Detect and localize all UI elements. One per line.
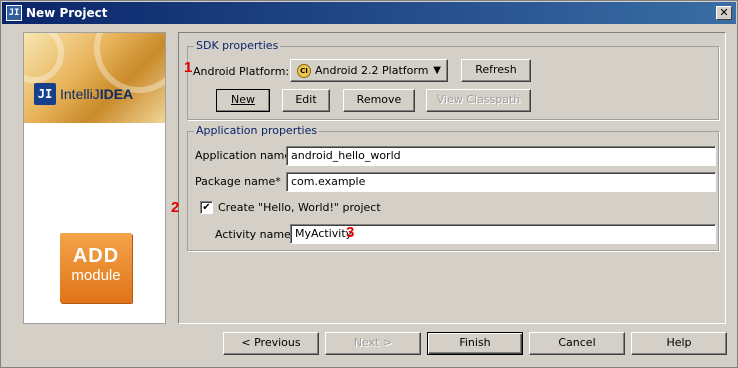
dropdown-arrow-icon: ▼ — [433, 65, 441, 76]
banner-image — [24, 33, 165, 123]
application-name-field[interactable]: android_hello_world — [286, 146, 716, 166]
intellij-app-icon: JI — [6, 5, 22, 21]
previous-button[interactable]: < Previous — [223, 332, 319, 355]
package-name-field[interactable]: com.example — [286, 172, 716, 192]
application-properties-group: Application properties Application name … — [187, 124, 719, 251]
annotation-marker-2: 2 — [171, 199, 180, 216]
close-button[interactable]: ✕ — [716, 6, 732, 20]
wizard-side-panel: JI IntelliJIDEA ADD module — [23, 32, 166, 324]
new-project-dialog: JI New Project ✕ JI IntelliJIDEA ADD mod… — [0, 0, 738, 368]
android-sdk-icon: CI — [297, 64, 311, 78]
application-properties-legend: Application properties — [194, 124, 320, 137]
android-platform-value: Android 2.2 Platform — [315, 64, 429, 77]
finish-button[interactable]: Finish — [427, 332, 523, 355]
remove-sdk-button[interactable]: Remove — [343, 89, 415, 112]
logo-text-idea: IDEA — [99, 86, 134, 102]
new-sdk-button-label: New — [231, 93, 255, 106]
package-name-label: Package name* — [195, 175, 281, 188]
android-platform-label: Android Platform: — [193, 65, 290, 78]
edit-sdk-button[interactable]: Edit — [282, 89, 330, 112]
next-button[interactable]: Next > — [325, 332, 421, 355]
title-bar[interactable]: JI New Project ✕ — [2, 2, 736, 24]
add-module-subtitle: module — [71, 267, 121, 284]
activity-name-label: Activity name — [215, 228, 291, 241]
help-button[interactable]: Help — [631, 332, 727, 355]
view-classpath-button[interactable]: View Classpath — [426, 89, 531, 112]
application-name-label: Application name — [195, 149, 292, 162]
wizard-content: SDK properties Android Platform: CI Andr… — [178, 32, 726, 324]
create-hello-world-checkbox[interactable]: ✔ — [200, 201, 213, 214]
annotation-marker-3: 3 — [346, 224, 355, 241]
cancel-button[interactable]: Cancel — [529, 332, 625, 355]
sdk-properties-legend: SDK properties — [194, 39, 281, 52]
add-module-title: ADD — [72, 245, 120, 267]
sdk-properties-group: SDK properties Android Platform: CI Andr… — [187, 39, 719, 120]
window-title: New Project — [26, 6, 108, 20]
intellij-idea-logo: JI IntelliJIDEA — [34, 81, 133, 107]
intellij-logo-icon: JI — [34, 83, 56, 105]
android-platform-select[interactable]: CI Android 2.2 Platform ▼ — [290, 59, 448, 82]
add-module-graphic: ADD module — [60, 233, 132, 303]
new-sdk-button[interactable]: New — [216, 89, 270, 112]
logo-text-intellij: IntelliJ — [60, 86, 100, 102]
create-hello-world-label[interactable]: Create "Hello, World!" project — [218, 201, 381, 214]
annotation-marker-1: 1 — [184, 59, 193, 76]
refresh-button[interactable]: Refresh — [461, 59, 531, 82]
